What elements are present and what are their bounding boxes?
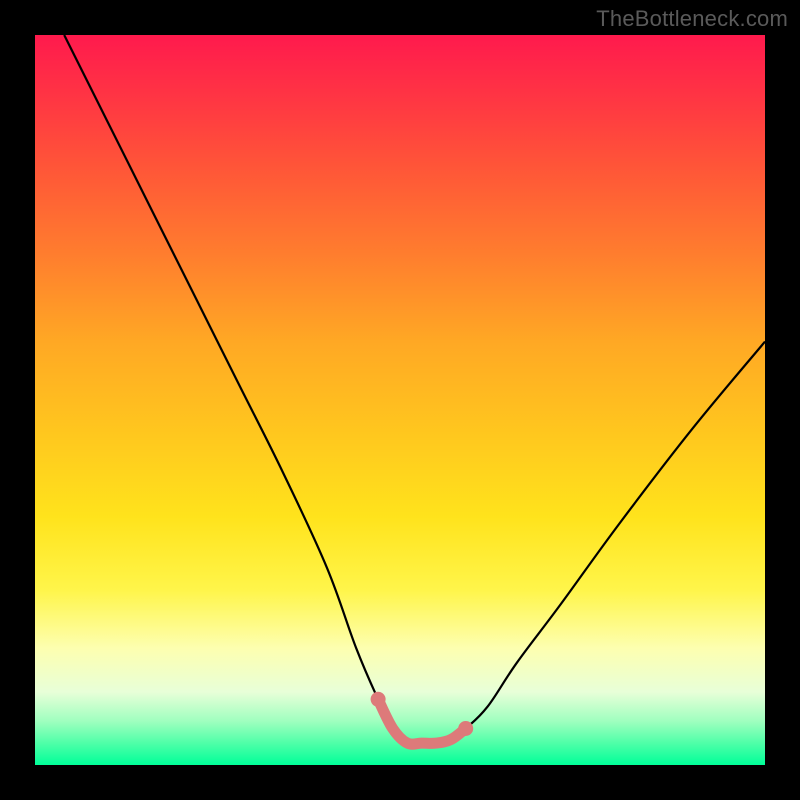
marker-endpoint-dot — [458, 721, 473, 736]
plot-area — [35, 35, 765, 765]
chart-frame: TheBottleneck.com — [0, 0, 800, 800]
marker-endpoint-dot — [371, 692, 386, 707]
bottom-marker-curve — [378, 699, 466, 744]
bottleneck-curve — [64, 35, 765, 744]
chart-svg — [35, 35, 765, 765]
watermark-label: TheBottleneck.com — [596, 6, 788, 32]
